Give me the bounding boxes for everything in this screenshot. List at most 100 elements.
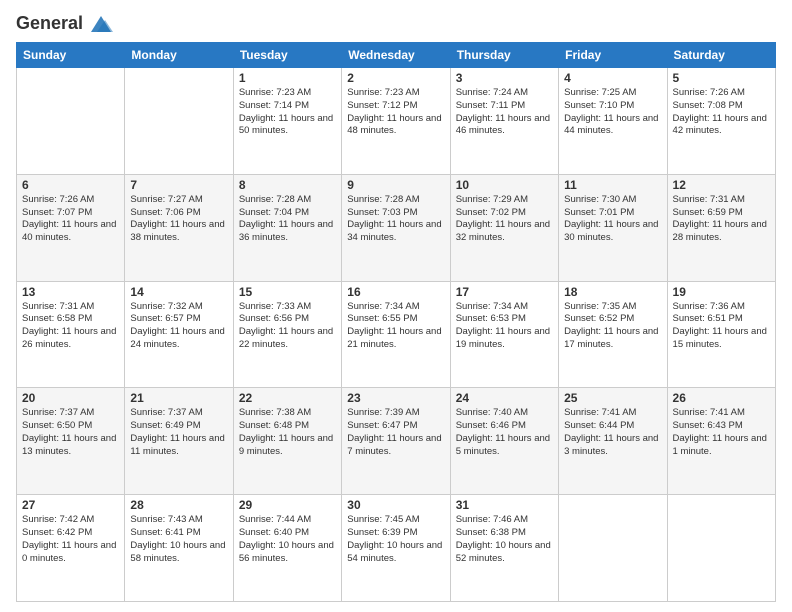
daylight-text: Daylight: 11 hours and 50 minutes. bbox=[239, 113, 333, 137]
sunrise-text: Sunrise: 7:30 AM bbox=[564, 194, 636, 205]
sunrise-text: Sunrise: 7:34 AM bbox=[347, 301, 419, 312]
calendar-week-1: 1 Sunrise: 7:23 AM Sunset: 7:14 PM Dayli… bbox=[17, 68, 776, 175]
day-info: Sunrise: 7:43 AM Sunset: 6:41 PM Dayligh… bbox=[130, 514, 227, 565]
calendar-cell: 4 Sunrise: 7:25 AM Sunset: 7:10 PM Dayli… bbox=[559, 68, 667, 175]
sunset-text: Sunset: 6:38 PM bbox=[456, 527, 526, 538]
weekday-header-thursday: Thursday bbox=[450, 43, 558, 68]
daylight-text: Daylight: 11 hours and 42 minutes. bbox=[673, 113, 767, 137]
calendar-cell: 28 Sunrise: 7:43 AM Sunset: 6:41 PM Dayl… bbox=[125, 495, 233, 602]
daylight-text: Daylight: 11 hours and 24 minutes. bbox=[130, 326, 224, 350]
sunrise-text: Sunrise: 7:26 AM bbox=[673, 87, 745, 98]
calendar-cell: 5 Sunrise: 7:26 AM Sunset: 7:08 PM Dayli… bbox=[667, 68, 775, 175]
sunset-text: Sunset: 7:10 PM bbox=[564, 100, 634, 111]
day-number: 18 bbox=[564, 285, 661, 299]
day-number: 2 bbox=[347, 71, 444, 85]
daylight-text: Daylight: 11 hours and 9 minutes. bbox=[239, 433, 333, 457]
day-number: 27 bbox=[22, 498, 119, 512]
day-info: Sunrise: 7:37 AM Sunset: 6:49 PM Dayligh… bbox=[130, 407, 227, 458]
calendar-cell: 24 Sunrise: 7:40 AM Sunset: 6:46 PM Dayl… bbox=[450, 388, 558, 495]
calendar-cell: 8 Sunrise: 7:28 AM Sunset: 7:04 PM Dayli… bbox=[233, 174, 341, 281]
day-number: 21 bbox=[130, 391, 227, 405]
day-number: 29 bbox=[239, 498, 336, 512]
sunset-text: Sunset: 6:44 PM bbox=[564, 420, 634, 431]
day-number: 3 bbox=[456, 71, 553, 85]
sunrise-text: Sunrise: 7:46 AM bbox=[456, 514, 528, 525]
logo: General bbox=[16, 10, 115, 34]
day-number: 1 bbox=[239, 71, 336, 85]
sunset-text: Sunset: 7:01 PM bbox=[564, 207, 634, 218]
sunrise-text: Sunrise: 7:28 AM bbox=[347, 194, 419, 205]
sunset-text: Sunset: 6:56 PM bbox=[239, 313, 309, 324]
day-info: Sunrise: 7:39 AM Sunset: 6:47 PM Dayligh… bbox=[347, 407, 444, 458]
sunset-text: Sunset: 6:52 PM bbox=[564, 313, 634, 324]
calendar-cell: 30 Sunrise: 7:45 AM Sunset: 6:39 PM Dayl… bbox=[342, 495, 450, 602]
day-number: 30 bbox=[347, 498, 444, 512]
calendar-cell: 29 Sunrise: 7:44 AM Sunset: 6:40 PM Dayl… bbox=[233, 495, 341, 602]
weekday-header-monday: Monday bbox=[125, 43, 233, 68]
daylight-text: Daylight: 11 hours and 15 minutes. bbox=[673, 326, 767, 350]
sunrise-text: Sunrise: 7:44 AM bbox=[239, 514, 311, 525]
calendar-cell: 16 Sunrise: 7:34 AM Sunset: 6:55 PM Dayl… bbox=[342, 281, 450, 388]
calendar-cell: 9 Sunrise: 7:28 AM Sunset: 7:03 PM Dayli… bbox=[342, 174, 450, 281]
daylight-text: Daylight: 11 hours and 13 minutes. bbox=[22, 433, 116, 457]
sunset-text: Sunset: 7:06 PM bbox=[130, 207, 200, 218]
daylight-text: Daylight: 11 hours and 48 minutes. bbox=[347, 113, 441, 137]
day-info: Sunrise: 7:28 AM Sunset: 7:03 PM Dayligh… bbox=[347, 194, 444, 245]
daylight-text: Daylight: 11 hours and 34 minutes. bbox=[347, 219, 441, 243]
daylight-text: Daylight: 10 hours and 54 minutes. bbox=[347, 540, 442, 564]
sunset-text: Sunset: 7:12 PM bbox=[347, 100, 417, 111]
page: General SundayMondayTuesdayWednesdayThur… bbox=[0, 0, 792, 612]
day-info: Sunrise: 7:29 AM Sunset: 7:02 PM Dayligh… bbox=[456, 194, 553, 245]
sunset-text: Sunset: 6:50 PM bbox=[22, 420, 92, 431]
daylight-text: Daylight: 11 hours and 11 minutes. bbox=[130, 433, 224, 457]
calendar-cell bbox=[667, 495, 775, 602]
sunrise-text: Sunrise: 7:36 AM bbox=[673, 301, 745, 312]
calendar-cell: 10 Sunrise: 7:29 AM Sunset: 7:02 PM Dayl… bbox=[450, 174, 558, 281]
day-number: 24 bbox=[456, 391, 553, 405]
day-number: 6 bbox=[22, 178, 119, 192]
logo-icon bbox=[87, 10, 115, 38]
calendar-cell: 15 Sunrise: 7:33 AM Sunset: 6:56 PM Dayl… bbox=[233, 281, 341, 388]
day-info: Sunrise: 7:41 AM Sunset: 6:43 PM Dayligh… bbox=[673, 407, 770, 458]
sunrise-text: Sunrise: 7:39 AM bbox=[347, 407, 419, 418]
daylight-text: Daylight: 11 hours and 7 minutes. bbox=[347, 433, 441, 457]
day-number: 26 bbox=[673, 391, 770, 405]
weekday-header-row: SundayMondayTuesdayWednesdayThursdayFrid… bbox=[17, 43, 776, 68]
day-number: 16 bbox=[347, 285, 444, 299]
day-info: Sunrise: 7:23 AM Sunset: 7:12 PM Dayligh… bbox=[347, 87, 444, 138]
sunset-text: Sunset: 6:40 PM bbox=[239, 527, 309, 538]
sunrise-text: Sunrise: 7:31 AM bbox=[673, 194, 745, 205]
sunset-text: Sunset: 6:42 PM bbox=[22, 527, 92, 538]
day-info: Sunrise: 7:34 AM Sunset: 6:55 PM Dayligh… bbox=[347, 301, 444, 352]
day-number: 25 bbox=[564, 391, 661, 405]
daylight-text: Daylight: 11 hours and 22 minutes. bbox=[239, 326, 333, 350]
day-number: 12 bbox=[673, 178, 770, 192]
day-number: 14 bbox=[130, 285, 227, 299]
sunset-text: Sunset: 6:58 PM bbox=[22, 313, 92, 324]
daylight-text: Daylight: 11 hours and 3 minutes. bbox=[564, 433, 658, 457]
calendar-cell bbox=[559, 495, 667, 602]
sunrise-text: Sunrise: 7:33 AM bbox=[239, 301, 311, 312]
daylight-text: Daylight: 11 hours and 0 minutes. bbox=[22, 540, 116, 564]
sunset-text: Sunset: 6:55 PM bbox=[347, 313, 417, 324]
calendar-cell: 2 Sunrise: 7:23 AM Sunset: 7:12 PM Dayli… bbox=[342, 68, 450, 175]
day-number: 23 bbox=[347, 391, 444, 405]
sunset-text: Sunset: 6:53 PM bbox=[456, 313, 526, 324]
header: General bbox=[16, 10, 776, 34]
sunset-text: Sunset: 6:41 PM bbox=[130, 527, 200, 538]
daylight-text: Daylight: 10 hours and 56 minutes. bbox=[239, 540, 334, 564]
calendar-cell: 17 Sunrise: 7:34 AM Sunset: 6:53 PM Dayl… bbox=[450, 281, 558, 388]
day-info: Sunrise: 7:36 AM Sunset: 6:51 PM Dayligh… bbox=[673, 301, 770, 352]
daylight-text: Daylight: 11 hours and 17 minutes. bbox=[564, 326, 658, 350]
day-number: 9 bbox=[347, 178, 444, 192]
weekday-header-sunday: Sunday bbox=[17, 43, 125, 68]
weekday-header-friday: Friday bbox=[559, 43, 667, 68]
day-info: Sunrise: 7:24 AM Sunset: 7:11 PM Dayligh… bbox=[456, 87, 553, 138]
sunset-text: Sunset: 7:07 PM bbox=[22, 207, 92, 218]
sunrise-text: Sunrise: 7:37 AM bbox=[130, 407, 202, 418]
sunrise-text: Sunrise: 7:24 AM bbox=[456, 87, 528, 98]
sunset-text: Sunset: 6:59 PM bbox=[673, 207, 743, 218]
sunset-text: Sunset: 6:39 PM bbox=[347, 527, 417, 538]
sunset-text: Sunset: 6:47 PM bbox=[347, 420, 417, 431]
daylight-text: Daylight: 11 hours and 44 minutes. bbox=[564, 113, 658, 137]
